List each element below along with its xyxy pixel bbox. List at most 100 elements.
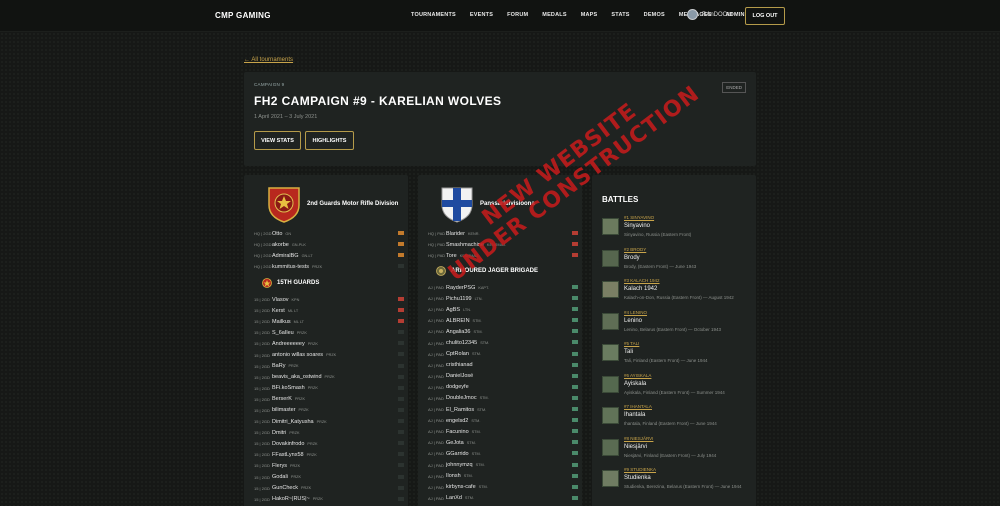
list-item[interactable]: AJ | PAD chulito12345 STM. xyxy=(428,337,578,348)
list-item[interactable]: AJ | PAD engelsd2 STM. xyxy=(428,415,578,426)
player-name[interactable]: BaRy xyxy=(272,363,285,369)
player-name[interactable]: DoubleJmoc xyxy=(446,395,477,401)
battle-map-thumbnail[interactable] xyxy=(602,375,619,393)
battle-tag-link[interactable]: #8 NIESJÄRVI xyxy=(624,436,653,441)
player-name[interactable]: akorbe xyxy=(272,242,289,248)
battle-item[interactable]: #8 NIESJÄRVI Niesjärvi Niesjärvi, Finland … xyxy=(602,436,756,466)
player-name[interactable]: BerserK xyxy=(272,396,292,402)
player-name[interactable]: Dmitri xyxy=(272,430,286,436)
player-name[interactable]: DanielJosé xyxy=(446,373,473,379)
player-name[interactable]: El_Ramitos xyxy=(446,407,474,413)
player-name[interactable]: Otto xyxy=(272,231,282,237)
player-name[interactable]: GGarrido xyxy=(446,451,469,457)
player-name[interactable]: Angalia36 xyxy=(446,329,470,335)
list-item[interactable]: AJ | PAD Facunino STM. xyxy=(428,426,578,437)
list-item[interactable]: 15 | 2GD beavis_aka_ostwind PRZK xyxy=(254,372,404,383)
battle-tag-link[interactable]: #7 IHANTALA xyxy=(624,404,652,409)
player-name[interactable]: Kerst xyxy=(272,308,285,314)
player-name[interactable]: HakoR~|RUS|~ xyxy=(272,496,310,502)
nav-stats[interactable]: STATS xyxy=(611,12,629,18)
logout-button[interactable]: LOG OUT xyxy=(745,7,785,25)
list-item[interactable]: 15 | 2GD Flerys PRZK xyxy=(254,460,404,471)
battle-tag-link[interactable]: #4 LENINO xyxy=(624,310,647,315)
player-name[interactable]: Andreeeeeey xyxy=(272,341,305,347)
view-stats-button[interactable]: VIEW STATS xyxy=(254,131,301,150)
list-item[interactable]: 15 | 2GD BerserK PRZK xyxy=(254,394,404,405)
battle-tag-link[interactable]: #6 AYISKALA xyxy=(624,373,651,378)
player-name[interactable]: Mailkus xyxy=(272,319,291,325)
list-item[interactable]: HQ | 2GD AdmiralBG GN-LT xyxy=(254,250,404,261)
list-item[interactable]: AJ | PAD ALBREIN STM. xyxy=(428,315,578,326)
player-name[interactable]: Facunino xyxy=(446,429,469,435)
battle-map-thumbnail[interactable] xyxy=(602,281,619,298)
player-name[interactable]: engelsd2 xyxy=(446,418,468,424)
battle-tag-link[interactable]: #9 STUDIENKA xyxy=(624,467,656,472)
avatar[interactable] xyxy=(687,9,698,20)
player-name[interactable]: LanXd xyxy=(446,495,462,501)
battle-map-thumbnail[interactable] xyxy=(602,438,619,456)
list-item[interactable]: AJ | PAD Ilonsh STM. xyxy=(428,471,578,482)
list-item[interactable]: AJ | PAD johnnymzq STM. xyxy=(428,460,578,471)
battle-item[interactable]: #4 LENINO Lenino Lenino, Belarus (Eastern … xyxy=(602,310,756,340)
battle-map-thumbnail[interactable] xyxy=(602,249,619,267)
player-name[interactable]: GeJota xyxy=(446,440,464,446)
username[interactable]: RAnDOOm xyxy=(702,12,732,18)
battle-map-thumbnail[interactable] xyxy=(602,407,619,424)
list-item[interactable]: AJ | PAD GeJota STM. xyxy=(428,437,578,448)
list-item[interactable]: AJ | PAD El_Ramitos STM. xyxy=(428,404,578,415)
list-item[interactable]: HQ | 2GD akorbe GN-PLK xyxy=(254,239,404,250)
nav-demos[interactable]: DEMOS xyxy=(644,12,665,18)
brand-logo[interactable]: CMP GAMING xyxy=(215,11,271,20)
player-name[interactable]: dodgeyfe xyxy=(446,384,469,390)
list-item[interactable]: HQ | 2GD kummitus-tests PRZK xyxy=(254,261,404,272)
player-name[interactable]: bilimaster xyxy=(272,407,296,413)
player-name[interactable]: beavis_aka_ostwind xyxy=(272,374,322,380)
list-item[interactable]: 15 | 2GD BaRy PRZK xyxy=(254,361,404,372)
player-name[interactable]: RayderPSG xyxy=(446,285,475,291)
list-item[interactable]: AJ | PAD LanXd STM. xyxy=(428,493,578,504)
player-name[interactable]: chulito12345 xyxy=(446,340,477,346)
player-name[interactable]: CptRolan xyxy=(446,351,469,357)
list-item[interactable]: 15 | 2GD Vlasov KPN xyxy=(254,294,404,305)
battle-item[interactable]: #9 STUDIENKA Studienka Studienka, Berezina… xyxy=(602,467,756,497)
list-item[interactable]: 15 | 2GD Kerst ML LT xyxy=(254,305,404,316)
list-item[interactable]: AJ | PAD CptRolan STM. xyxy=(428,349,578,360)
list-item[interactable]: 15 | 2GD antonio willas soares PRZK xyxy=(254,349,404,360)
player-name[interactable]: Flerys xyxy=(272,463,287,469)
list-item[interactable]: AJ | PAD Pichu1199 LTN. xyxy=(428,293,578,304)
list-item[interactable]: 15 | 2GD GunCheck PRZK xyxy=(254,483,404,494)
battle-map-thumbnail[interactable] xyxy=(602,218,619,235)
list-item[interactable]: AJ | PAD dodgeyfe xyxy=(428,382,578,393)
player-name[interactable]: S_6aIleu xyxy=(272,330,294,336)
player-name[interactable]: FFastLynx58 xyxy=(272,452,304,458)
player-name[interactable]: GunCheck xyxy=(272,485,298,491)
battle-item[interactable]: #3 KALACH 1942 Kalach 1942 Kalach-on-Don, … xyxy=(602,278,756,308)
nav-tournaments[interactable]: TOURNAMENTS xyxy=(411,12,456,18)
list-item[interactable]: HQ | 2GD Otto GN xyxy=(254,228,404,239)
battle-tag-link[interactable]: #2 BRODY xyxy=(624,247,646,252)
battle-tag-link[interactable]: #3 KALACH 1942 xyxy=(624,278,660,283)
list-item[interactable]: AJ | PAD Angalia36 STM. xyxy=(428,326,578,337)
battle-map-thumbnail[interactable] xyxy=(602,312,619,330)
player-name[interactable]: AdmiralBG xyxy=(272,253,299,259)
nav-medals[interactable]: MEDALS xyxy=(542,12,566,18)
list-item[interactable]: AJ | PAD AgBS LTN. xyxy=(428,304,578,315)
list-item[interactable]: AJ | PAD DanielJosé xyxy=(428,371,578,382)
battle-item[interactable]: #5 TALI Tali Tali, Finland (Eastern Front)… xyxy=(602,341,756,371)
player-name[interactable]: Vlasov xyxy=(272,297,289,303)
list-item[interactable]: 15 | 2GD BFi.koSmash PRZK xyxy=(254,383,404,394)
player-name[interactable]: Dimitri_Katyusha xyxy=(272,419,314,425)
list-item[interactable]: 15 | 2GD Dovakinfrodo PRZK xyxy=(254,438,404,449)
list-item[interactable]: 15 | 2GD Godali PRZK xyxy=(254,472,404,483)
player-name[interactable]: Ilonsh xyxy=(446,473,461,479)
list-item[interactable]: AJ | PAD cristhianad xyxy=(428,360,578,371)
player-name[interactable]: Dovakinfrodo xyxy=(272,441,304,447)
back-to-tournaments-link[interactable]: ← All tournaments xyxy=(244,57,293,63)
battle-tag-link[interactable]: #5 TALI xyxy=(624,341,639,346)
player-name[interactable]: kirbyns-cafe xyxy=(446,484,476,490)
list-item[interactable]: 15 | 2GD Andreeeeeey PRZK xyxy=(254,338,404,349)
list-item[interactable]: AJ | PAD kirbyns-cafe STM. xyxy=(428,482,578,493)
player-name[interactable]: cristhianad xyxy=(446,362,473,368)
user-menu[interactable]: RAnDOOm xyxy=(687,9,732,20)
battle-tag-link[interactable]: #1 SINYAVINO xyxy=(624,215,654,220)
